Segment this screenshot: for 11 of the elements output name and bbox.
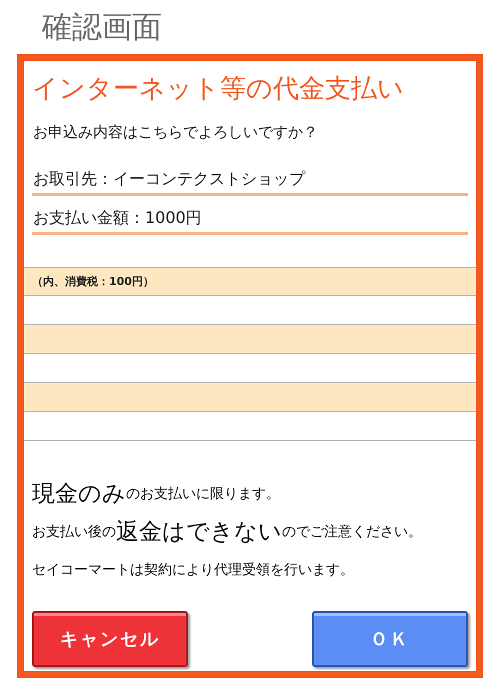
ok-button[interactable]: ＯＫ xyxy=(312,611,468,667)
notice-text: セイコーマートは契約により代理受領を行います。 xyxy=(32,561,355,580)
question-text: お申込み内容はこちらでよろしいですか？ xyxy=(32,122,319,143)
notice-text: 現金のみのお支払いに限ります。 xyxy=(32,480,281,509)
cancel-button[interactable]: キャンセル xyxy=(32,611,188,667)
notice-text: お支払い後の返金はできないのでご注意ください。 xyxy=(32,518,423,547)
screen-title: 確認画面 xyxy=(41,9,163,47)
tax-note: （内、消費税：100円） xyxy=(24,267,476,296)
dialog-heading: インターネット等の代金支払い xyxy=(31,73,405,106)
field-line: お取引先：イーコンテクストショップ xyxy=(32,166,468,196)
field-line: お支払い金額：1000円 xyxy=(32,205,468,235)
